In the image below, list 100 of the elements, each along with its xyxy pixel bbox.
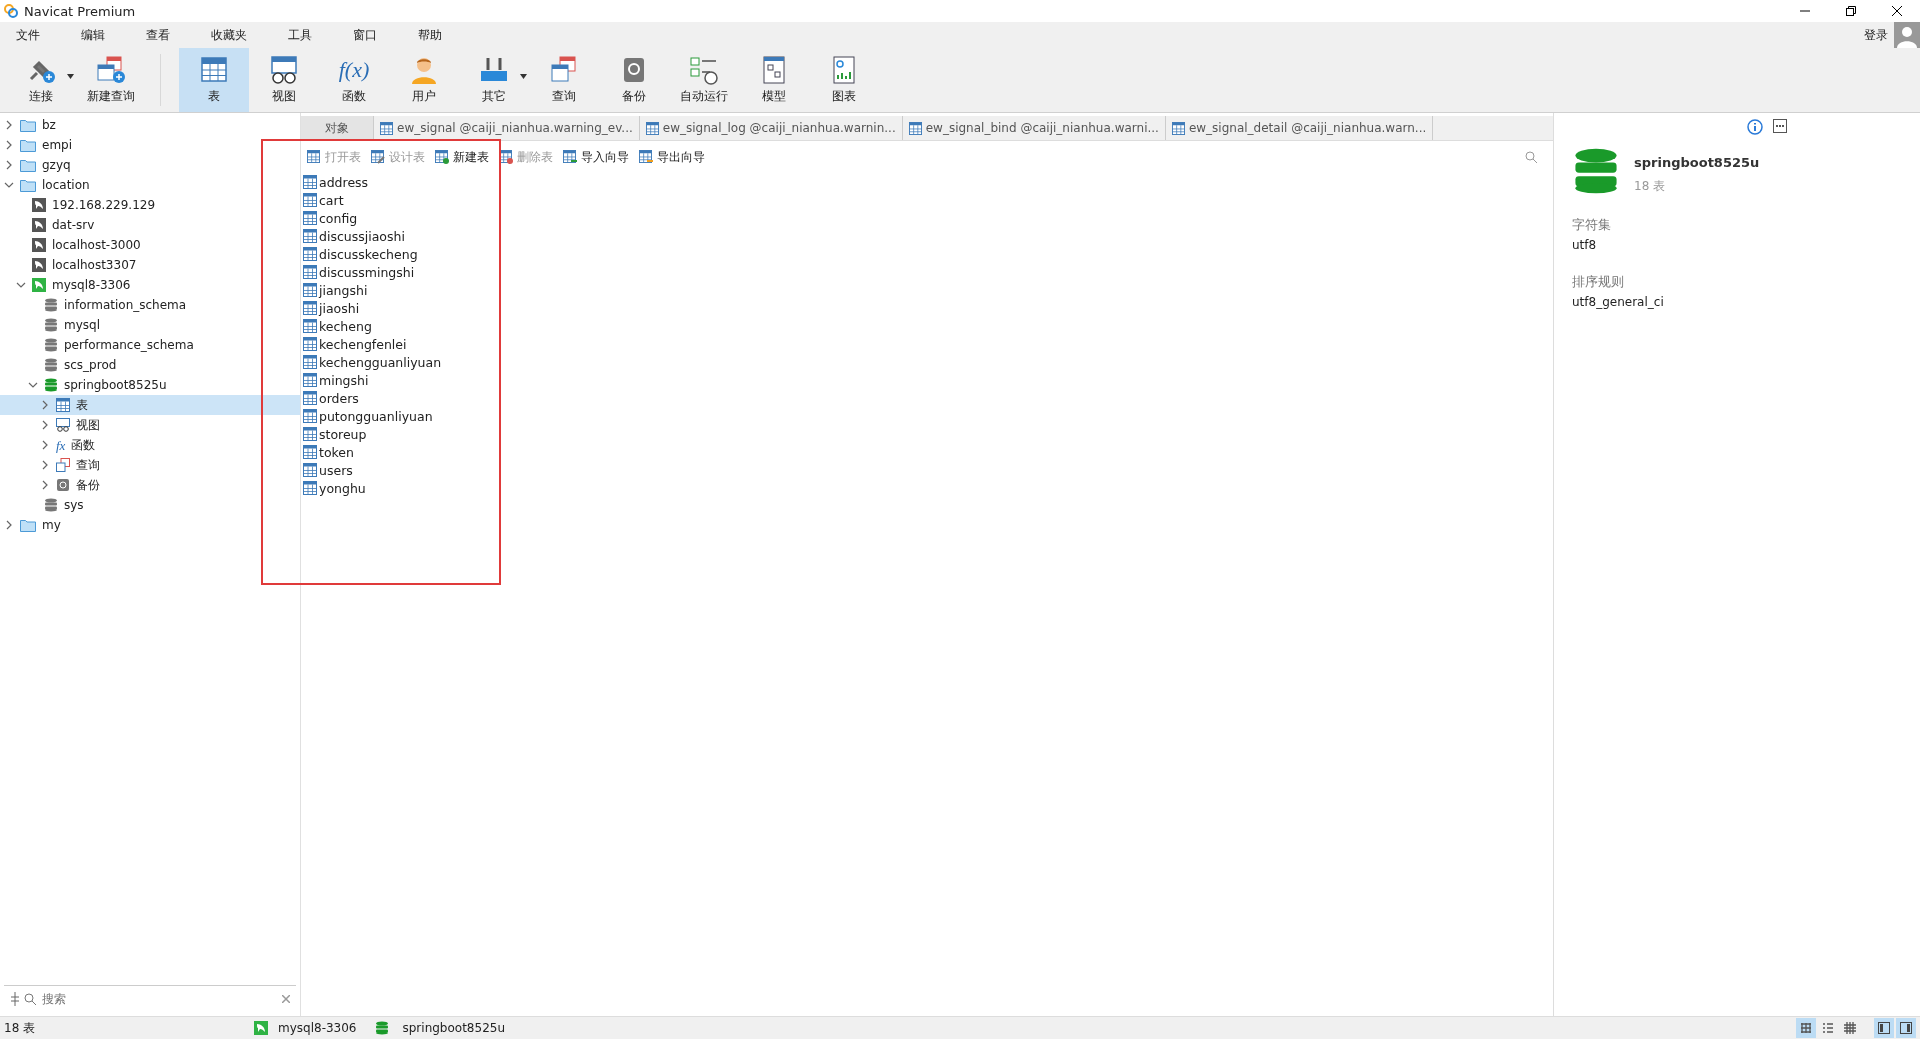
table-item[interactable]: discusskecheng (303, 245, 1553, 263)
menu-item[interactable]: 工具 (278, 26, 322, 44)
tree-item[interactable]: location (0, 175, 300, 195)
table-item[interactable]: kechengfenlei (303, 335, 1553, 353)
tree-item[interactable]: 192.168.229.129 (0, 195, 300, 215)
collapse-icon[interactable] (4, 180, 14, 190)
import-table-icon (563, 149, 578, 165)
tree-item[interactable]: mysql (0, 315, 300, 335)
ddl-icon[interactable] (1773, 119, 1787, 133)
table-item[interactable]: config (303, 209, 1553, 227)
tree-item[interactable]: bz (0, 115, 300, 135)
folder-icon (20, 138, 36, 152)
table-item[interactable]: discussmingshi (303, 263, 1553, 281)
toolbar-button[interactable]: 模型 (739, 48, 809, 112)
tree-item[interactable]: localhost3307 (0, 255, 300, 275)
info-icon[interactable] (1747, 119, 1763, 135)
toolbar-button[interactable]: 图表 (809, 48, 879, 112)
table-icon (56, 398, 70, 412)
table-item[interactable]: yonghu (303, 479, 1553, 497)
tree-item[interactable]: gzyq (0, 155, 300, 175)
table-icon (303, 211, 317, 225)
table-item[interactable]: mingshi (303, 371, 1553, 389)
toolbar-button[interactable]: 表 (179, 48, 249, 112)
filter-icon (10, 992, 20, 1006)
search-icon (24, 993, 36, 1005)
toolbar-button[interactable]: f(x) 函数 (319, 48, 389, 112)
table-item[interactable]: putongguanliyuan (303, 407, 1553, 425)
tree-item[interactable]: localhost-3000 (0, 235, 300, 255)
tree-item[interactable]: dat-srv (0, 215, 300, 235)
restore-icon[interactable] (1846, 6, 1856, 16)
backup-icon (56, 478, 70, 492)
caret-icon[interactable] (67, 74, 74, 79)
tree-item[interactable]: sys (0, 495, 300, 515)
menu-item[interactable]: 窗口 (343, 26, 387, 44)
toolbar-button[interactable]: 连接 (6, 48, 76, 112)
toolbar-button[interactable]: 用户 (389, 48, 459, 112)
grid-view-icon (1800, 1022, 1812, 1034)
tree-item[interactable]: springboot8525u (0, 375, 300, 395)
table-icon (1171, 121, 1185, 135)
left-panel-toggle[interactable] (1874, 1018, 1894, 1038)
tab[interactable]: 对象 (301, 116, 374, 140)
table-item[interactable]: orders (303, 389, 1553, 407)
panel-icon (1900, 1022, 1912, 1034)
table-icon (198, 55, 230, 85)
menu-item[interactable]: 编辑 (71, 26, 115, 44)
table-item[interactable]: jiaoshi (303, 299, 1553, 317)
tree-item[interactable]: my (0, 515, 300, 535)
close-icon[interactable] (1892, 6, 1902, 16)
tree-item[interactable]: mysql8-3306 (0, 275, 300, 295)
avatar-icon[interactable] (1894, 22, 1920, 48)
table-item[interactable]: kecheng (303, 317, 1553, 335)
search-icon[interactable] (1525, 151, 1537, 163)
menu-item[interactable]: 收藏夹 (201, 26, 257, 44)
toolbar-button[interactable]: 自动运行 (669, 48, 739, 112)
table-icon (303, 175, 317, 189)
menu-item[interactable]: 文件 (6, 26, 50, 44)
table-item[interactable]: storeup (303, 425, 1553, 443)
login-link[interactable]: 登录 (1864, 26, 1888, 44)
table-item[interactable]: token (303, 443, 1553, 461)
table-icon (303, 409, 317, 423)
tree-item[interactable]: 视图 (0, 415, 300, 435)
toolbar-button[interactable]: 查询 (529, 48, 599, 112)
search-field[interactable]: 搜索 (40, 991, 278, 1007)
tree-item[interactable]: 查询 (0, 455, 300, 475)
app-logo-icon (4, 4, 18, 18)
table-item[interactable]: address (303, 173, 1553, 191)
toolbar-button[interactable]: 视图 (249, 48, 319, 112)
table-item[interactable]: jiangshi (303, 281, 1553, 299)
clear-icon[interactable] (282, 995, 290, 1003)
status-database: springboot8525u (402, 1021, 505, 1035)
toolbar-button[interactable]: 其它 (459, 48, 529, 112)
toolbar-button[interactable]: 导出向导 (637, 148, 707, 166)
toolbar-button[interactable]: 备份 (599, 48, 669, 112)
function-icon: f(x) (338, 55, 370, 85)
tree-item[interactable]: information_schema (0, 295, 300, 315)
table-icon (380, 121, 393, 135)
table-item[interactable]: kechengguanliyuan (303, 353, 1553, 371)
tree-item[interactable]: 备份 (0, 475, 300, 495)
grid-view-button[interactable] (1796, 1018, 1816, 1038)
table-item[interactable]: cart (303, 191, 1553, 209)
expand-icon[interactable] (4, 520, 14, 530)
tree-item[interactable]: fx 函数 (0, 435, 300, 455)
toolbar-button[interactable]: 新建查询 (76, 48, 146, 112)
table-item[interactable]: users (303, 461, 1553, 479)
menu-item[interactable]: 查看 (136, 26, 180, 44)
tree-item[interactable]: performance_schema (0, 335, 300, 355)
right-panel-toggle[interactable] (1896, 1018, 1916, 1038)
collapse-icon[interactable] (16, 280, 26, 290)
toolbar-button[interactable]: 新建表 (433, 148, 491, 166)
dolphin-icon (32, 238, 46, 252)
tree-item[interactable]: scs_prod (0, 355, 300, 375)
database-icon (44, 498, 58, 512)
table-item[interactable]: discussjiaoshi (303, 227, 1553, 245)
field-value: utf8 (1572, 238, 1598, 252)
menu-item[interactable]: 帮助 (408, 26, 452, 44)
tree-item[interactable]: empi (0, 135, 300, 155)
tree-item[interactable]: 表 (0, 395, 300, 415)
collapse-icon[interactable] (28, 380, 38, 390)
caret-icon[interactable] (520, 74, 527, 79)
toolbar-button[interactable]: 导入向导 (561, 148, 631, 166)
